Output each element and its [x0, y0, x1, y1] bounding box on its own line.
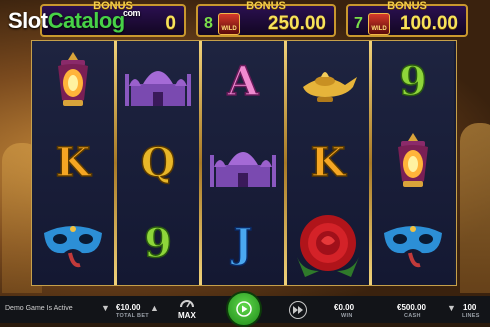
- bonus-box-2: BONUS 8 WILD 250.00: [196, 0, 336, 37]
- reel-2: Q 9: [117, 41, 199, 285]
- spin-button[interactable]: [226, 291, 262, 327]
- mask-symbol-icon: [32, 203, 114, 284]
- a-symbol: A: [227, 57, 260, 106]
- reel-1: K: [32, 41, 114, 285]
- q-symbol: Q: [140, 138, 176, 187]
- reel-4: K: [287, 41, 369, 285]
- fast-forward-icon: [293, 305, 303, 314]
- bet-decrease-icon[interactable]: ▼: [101, 303, 110, 313]
- background-tower-right: [460, 123, 490, 293]
- win-label: WIN: [341, 313, 353, 319]
- lantern-symbol-icon: [32, 41, 114, 122]
- mask-symbol-icon: [372, 203, 454, 284]
- rose-symbol-icon: [287, 203, 369, 284]
- j-symbol: J: [233, 219, 253, 268]
- k-symbol: K: [310, 138, 346, 187]
- wild-badge-icon: WILD: [218, 13, 240, 35]
- bonus-amount: 0: [165, 13, 176, 34]
- cash-value: €500.00: [397, 303, 426, 312]
- lines-value: 100: [463, 303, 477, 312]
- bet-increase-icon[interactable]: ▲: [150, 303, 159, 313]
- wild-badge-icon: WILD: [368, 13, 390, 35]
- win-value: €0.00: [334, 303, 355, 312]
- total-bet-label: TOTAL BET: [116, 313, 149, 319]
- cash-label: CASH: [404, 313, 421, 319]
- nine-symbol: 9: [143, 219, 172, 268]
- bonus-box-3: BONUS 7 WILD 100.00: [346, 0, 468, 37]
- bonus-amount: 100.00: [399, 13, 458, 34]
- bonus-count: 7: [354, 15, 363, 32]
- demo-status-text: Demo Game Is Active: [5, 305, 73, 312]
- watermark-logo: SlotCatalog com: [8, 8, 141, 33]
- bonus-title: BONUS: [246, 0, 286, 12]
- reel-5: 9: [372, 41, 454, 285]
- max-label: MAX: [178, 311, 196, 320]
- nine-symbol: 9: [398, 57, 427, 106]
- lines-label: LINES: [462, 313, 480, 319]
- lines-decrease-icon[interactable]: ▼: [447, 303, 456, 313]
- reel-grid: K Q 9 A J K 9: [31, 40, 457, 286]
- lantern-symbol-icon: [372, 122, 454, 203]
- max-bet-button[interactable]: MAX: [176, 298, 198, 322]
- autoplay-button[interactable]: [289, 301, 307, 319]
- bonus-amount: 250.00: [267, 13, 326, 34]
- palace-symbol-icon: [202, 122, 284, 203]
- palace-symbol-icon: [117, 41, 199, 122]
- bonus-count: 8: [204, 15, 213, 32]
- play-icon: [236, 301, 252, 317]
- lamp-symbol-icon: [287, 41, 369, 122]
- total-bet-value: €10.00: [116, 303, 141, 312]
- bonus-title: BONUS: [387, 0, 427, 12]
- gauge-icon: [180, 300, 194, 308]
- k-symbol: K: [55, 138, 91, 187]
- reel-3: A J: [202, 41, 284, 285]
